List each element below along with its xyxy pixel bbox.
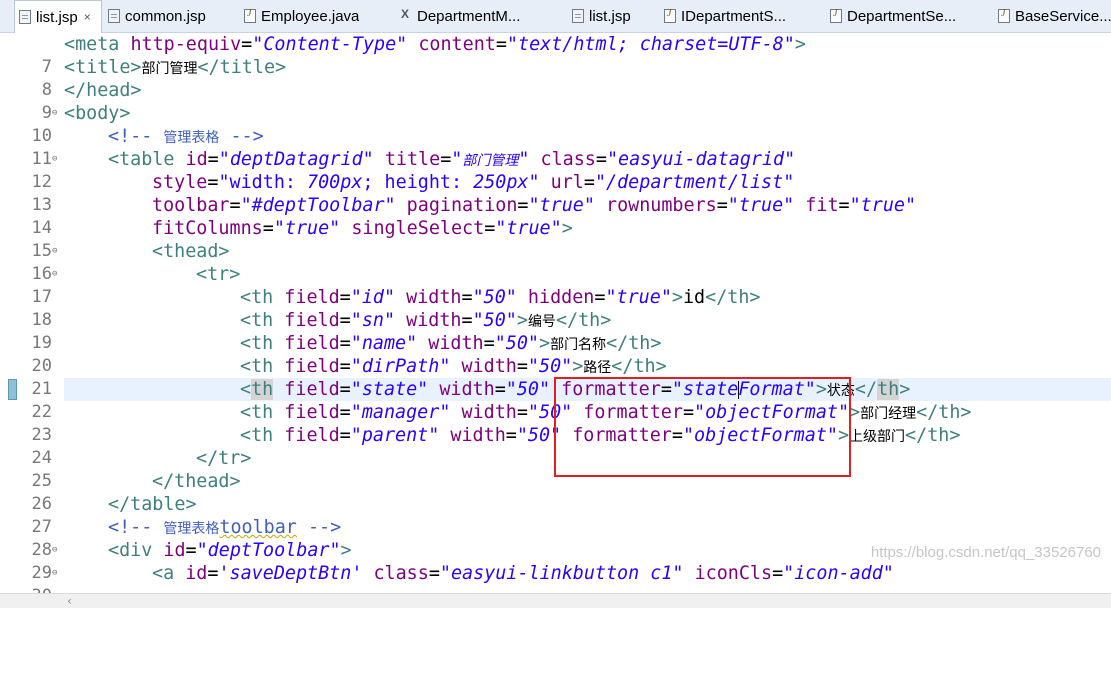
- tab-base-service[interactable]: BaseService...: [994, 0, 1111, 32]
- code-text: <meta http-equiv="Content-Type" content=…: [64, 34, 806, 55]
- editor-tab-bar: list.jsp × common.jsp Employee.java Depa…: [0, 0, 1111, 33]
- horizontal-scrollbar[interactable]: ‹: [0, 593, 1111, 608]
- fold-icon[interactable]: ⊖: [52, 263, 62, 286]
- code-line: 15 fitColumns="true" singleSelect="true"…: [0, 217, 573, 261]
- code-line: 27 </table>: [0, 493, 197, 537]
- code-text: <th field="manager" width="50" formatter…: [240, 402, 972, 423]
- xml-file-icon: [400, 7, 412, 23]
- jsp-file-icon: [108, 9, 120, 23]
- code-text: <!-- 管理表格 -->: [108, 126, 264, 147]
- code-line: 28 <!-- 管理表格toolbar -->: [0, 516, 342, 560]
- code-line: 23 <th field="manager" width="50" format…: [0, 401, 972, 445]
- code-line: 10 ⊖ <body>: [0, 102, 131, 146]
- code-text: <thead>: [152, 241, 230, 262]
- code-text: <body>: [64, 103, 131, 124]
- fold-icon[interactable]: ⊖: [52, 240, 62, 263]
- code-text: <th field="dirPath" width="50">路径</th>: [240, 356, 667, 377]
- tab-label: Employee.java: [261, 7, 360, 25]
- code-text: <th field="sn" width="50">编号</th>: [240, 310, 612, 331]
- fold-icon[interactable]: ⊖: [52, 562, 62, 585]
- tab-common-jsp[interactable]: common.jsp: [104, 0, 234, 32]
- code-text: style="width: 700px; height: 250px" url=…: [152, 172, 795, 193]
- code-text: </table>: [108, 494, 197, 515]
- code-line: 24 <th field="parent" width="50" formatt…: [0, 424, 961, 468]
- code-text: fitColumns="true" singleSelect="true">: [152, 218, 573, 239]
- code-line: 18 <th field="id" width="50" hidden="tru…: [0, 286, 761, 330]
- scroll-left-icon[interactable]: ‹: [66, 594, 73, 608]
- jsp-file-icon: [19, 10, 31, 24]
- code-line: 17 ⊖ <tr>: [0, 263, 241, 307]
- java-file-icon: [830, 8, 842, 23]
- code-text: <th field="id" width="50" hidden="true">…: [240, 287, 761, 308]
- code-line: 13 style="width: 700px; height: 250px" u…: [0, 171, 795, 215]
- tab-list-jsp-2[interactable]: list.jsp: [568, 0, 658, 32]
- code-line: 19 <th field="sn" width="50">编号</th>: [0, 309, 612, 353]
- fold-icon[interactable]: ⊖: [52, 539, 62, 562]
- code-line: 16 ⊖ <thead>: [0, 240, 230, 284]
- code-text: </thead>: [152, 471, 241, 492]
- code-text: <!-- 管理表格toolbar -->: [108, 517, 342, 538]
- code-line: 7 <meta http-equiv="Content-Type" conten…: [0, 33, 806, 77]
- code-line: 14 toolbar="#deptToolbar" pagination="tr…: [0, 194, 917, 238]
- code-text: </tr>: [196, 448, 252, 469]
- tab-label: DepartmentM...: [417, 7, 521, 25]
- fold-icon[interactable]: ⊖: [52, 102, 62, 125]
- code-text: </head>: [64, 80, 142, 101]
- java-file-icon: [998, 8, 1010, 23]
- tab-department-service[interactable]: DepartmentSe...: [826, 0, 991, 32]
- code-text: <tr>: [196, 264, 241, 285]
- tab-label: list.jsp: [36, 8, 78, 26]
- code-text: <th field="parent" width="50" formatter=…: [240, 425, 961, 446]
- close-tab-icon[interactable]: ×: [84, 10, 91, 24]
- code-line: 20 <th field="name" width="50">部门名称</th>: [0, 332, 662, 376]
- code-line: 9 </head>: [0, 79, 142, 123]
- code-line: 26 </thead>: [0, 470, 241, 514]
- code-text: toolbar="#deptToolbar" pagination="true"…: [152, 195, 917, 216]
- code-editor[interactable]: 7 <meta http-equiv="Content-Type" conten…: [0, 33, 1111, 606]
- tab-list-jsp[interactable]: list.jsp ×: [14, 0, 102, 33]
- tab-label: DepartmentSe...: [847, 7, 957, 25]
- code-text: <div id="deptToolbar">: [108, 540, 352, 561]
- java-file-icon: [244, 8, 256, 23]
- code-text: <title>部门管理</title>: [64, 57, 287, 78]
- code-text: <table id="deptDatagrid" title="部门管理" cl…: [108, 149, 796, 170]
- code-line: 11 <!-- 管理表格 -->: [0, 125, 264, 169]
- tab-employee-java[interactable]: Employee.java: [240, 0, 390, 32]
- code-line: 30 ⊖ <a id='saveDeptBtn' class="easyui-l…: [0, 562, 894, 606]
- fold-icon[interactable]: ⊖: [52, 148, 62, 171]
- tab-label: common.jsp: [125, 7, 206, 25]
- tab-label: BaseService...: [1015, 7, 1111, 25]
- code-text: <a id='saveDeptBtn' class="easyui-linkbu…: [152, 563, 894, 584]
- tab-department-mapper[interactable]: DepartmentM...: [396, 0, 561, 32]
- code-line: 25 </tr>: [0, 447, 252, 491]
- tab-label: list.jsp: [589, 7, 631, 25]
- jsp-file-icon: [572, 9, 584, 23]
- code-line-current: 22 <th field="state" width="50" formatte…: [0, 378, 910, 422]
- tab-idepartment-service[interactable]: IDepartmentS...: [660, 0, 822, 32]
- tab-label: IDepartmentS...: [681, 7, 787, 25]
- code-text: <th field="name" width="50">部门名称</th>: [240, 333, 662, 354]
- code-line: 29 ⊖ <div id="deptToolbar">: [0, 539, 352, 583]
- code-line: 12 ⊖ <table id="deptDatagrid" title="部门管…: [0, 148, 796, 192]
- code-line: 8 <title>部门管理</title>: [0, 56, 286, 100]
- watermark: https://blog.csdn.net/qq_33526760: [870, 544, 1101, 561]
- java-file-icon: [664, 8, 676, 23]
- code-line: 21 <th field="dirPath" width="50">路径</th…: [0, 355, 667, 399]
- code-text: <th field="state" width="50" formatter="…: [240, 379, 911, 400]
